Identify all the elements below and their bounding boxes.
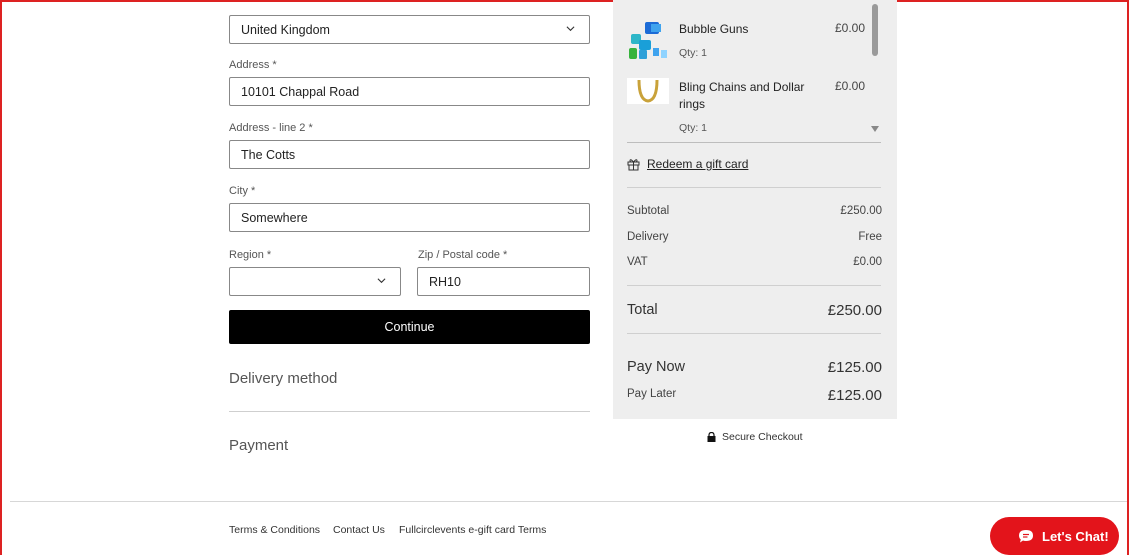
- lock-icon: [707, 432, 716, 442]
- address-field[interactable]: 10101 Chappal Road: [229, 77, 590, 106]
- gift-divider: [627, 187, 881, 188]
- city-field[interactable]: Somewhere: [229, 203, 590, 232]
- pay-later-value: £125.00: [827, 387, 882, 404]
- cart-item-qty: Qty: 1: [679, 47, 708, 59]
- subtotal-label: Subtotal: [627, 205, 670, 217]
- country-select[interactable]: United Kingdom: [229, 15, 590, 44]
- contact-link[interactable]: Contact Us: [333, 524, 385, 536]
- chat-bubble-icon: [1019, 529, 1033, 542]
- cart-scrollbar[interactable]: [870, 0, 880, 135]
- address2-label: Address - line 2 *: [229, 122, 313, 134]
- pay-now-value: £125.00: [827, 359, 882, 376]
- delivery-value: Free: [858, 231, 882, 243]
- payment-heading[interactable]: Payment: [229, 437, 288, 454]
- chevron-down-icon: [377, 278, 386, 284]
- zip-field[interactable]: RH10: [417, 267, 590, 296]
- delivery-method-heading[interactable]: Delivery method: [229, 370, 337, 387]
- secure-checkout: Secure Checkout: [707, 431, 803, 443]
- delivery-label: Delivery: [627, 231, 669, 243]
- redeem-gift-card-label: Redeem a gift card: [647, 157, 749, 171]
- pay-later-label: Pay Later: [627, 388, 677, 400]
- lets-chat-button[interactable]: Let's Chat!: [990, 517, 1119, 555]
- bubble-guns-thumbnail: [627, 20, 669, 60]
- address2-value: The Cotts: [241, 147, 296, 162]
- scroll-down-arrow-icon[interactable]: [871, 126, 879, 132]
- section-divider: [229, 411, 590, 412]
- footer-divider: [10, 501, 1127, 502]
- cart-item-price: £0.00: [835, 79, 866, 93]
- pay-now-label: Pay Now: [627, 359, 686, 375]
- total-divider: [627, 333, 881, 334]
- vat-value: £0.00: [853, 256, 882, 268]
- vat-label: VAT: [627, 256, 648, 268]
- gift-terms-link[interactable]: Fullcirclevents e-gift card Terms: [399, 524, 546, 536]
- cart-item-name: Bling Chains and Dollar rings: [679, 80, 805, 111]
- lets-chat-label: Let's Chat!: [1042, 528, 1109, 544]
- subtotal-value: £250.00: [840, 205, 882, 217]
- totals-divider: [627, 285, 881, 286]
- cart-item-price: £0.00: [835, 21, 866, 35]
- scrollbar-thumb[interactable]: [872, 4, 878, 56]
- cart-divider: [627, 142, 881, 143]
- city-value: Somewhere: [241, 210, 308, 225]
- region-select[interactable]: [229, 267, 401, 296]
- country-value: United Kingdom: [241, 22, 330, 37]
- city-label: City *: [229, 185, 256, 197]
- cart-item-qty: Qty: 1: [679, 122, 708, 134]
- address2-field[interactable]: The Cotts: [229, 140, 590, 169]
- total-label: Total: [627, 302, 658, 318]
- bling-chains-thumbnail: [627, 78, 669, 104]
- redeem-gift-card-link[interactable]: Redeem a gift card: [627, 157, 748, 171]
- terms-link[interactable]: Terms & Conditions: [229, 524, 320, 536]
- continue-button[interactable]: Continue: [229, 310, 590, 344]
- zip-value: RH10: [429, 274, 461, 289]
- zip-label: Zip / Postal code *: [418, 249, 508, 261]
- secure-checkout-label: Secure Checkout: [722, 431, 803, 443]
- gift-icon: [627, 158, 640, 170]
- total-value: £250.00: [827, 302, 882, 319]
- address-label: Address *: [229, 59, 277, 71]
- cart-item-name: Bubble Guns: [679, 22, 749, 36]
- chevron-down-icon: [566, 26, 575, 32]
- address-value: 10101 Chappal Road: [241, 84, 360, 99]
- region-label: Region *: [229, 249, 272, 261]
